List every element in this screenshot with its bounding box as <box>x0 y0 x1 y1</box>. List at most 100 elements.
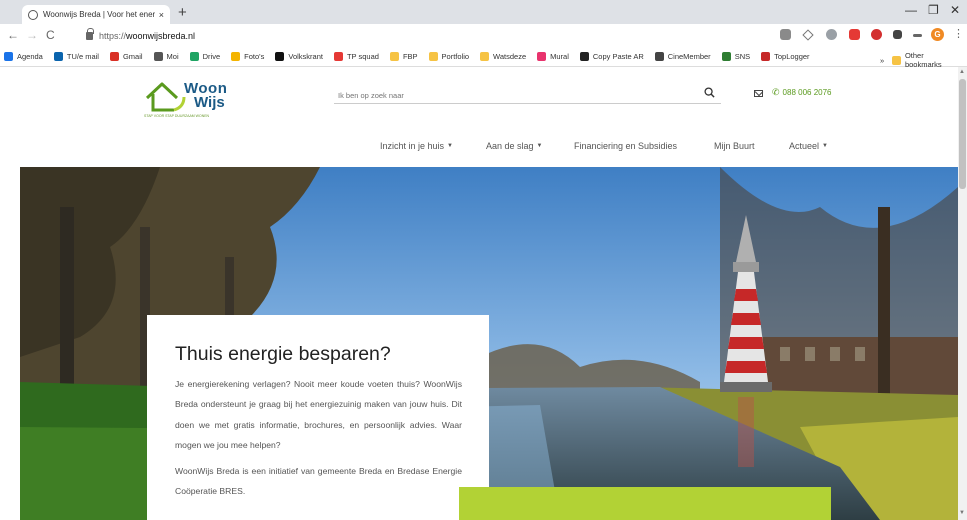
reading-list-icon[interactable] <box>913 34 922 37</box>
nav-financiering[interactable]: Financiering en Subsidies <box>574 141 677 151</box>
bookmark-favicon-icon <box>109 52 119 61</box>
bookmark-favicon-icon <box>761 52 771 61</box>
bookmark-favicon-icon <box>654 52 664 61</box>
phone-link[interactable]: ✆ 088 006 2076 <box>772 87 831 98</box>
bookmark-item[interactable]: Copy Paste AR <box>579 52 644 61</box>
search-input[interactable] <box>338 88 678 102</box>
intro-card: Thuis energie besparen? Je energierekeni… <box>147 315 489 520</box>
bookmark-label: Gmail <box>122 52 143 61</box>
bookmark-favicon-icon <box>189 52 199 61</box>
bookmark-label: Drive <box>202 52 221 61</box>
bookmark-favicon-icon <box>428 52 438 61</box>
bookmark-favicon-icon <box>4 52 13 61</box>
intro-paragraph: Je energierekening verlagen? Nooit meer … <box>175 379 462 450</box>
bookmark-label: Foto's <box>244 52 265 61</box>
bookmark-item[interactable]: TU/e mail <box>53 52 99 61</box>
tab-close-icon[interactable]: × <box>159 10 164 20</box>
phone-number: 088 006 2076 <box>782 88 832 97</box>
menu-icon[interactable]: ⋮ <box>953 27 964 40</box>
bookmark-label: CineMember <box>667 52 711 61</box>
bookmark-item[interactable]: Agenda <box>4 52 43 61</box>
bookmark-label: SNS <box>734 52 751 61</box>
profile-avatar[interactable]: G <box>931 28 944 41</box>
bookmark-label: Watsdeze <box>493 52 527 61</box>
site-header: Woon Wijs STAP VOOR STAP DUURZAAM WONEN … <box>0 67 958 167</box>
url-protocol: https:// <box>99 30 127 41</box>
bookmark-item[interactable]: TopLogger <box>761 52 810 61</box>
nav-label: Financiering en Subsidies <box>574 141 678 151</box>
bookmark-favicon-icon <box>389 52 399 61</box>
bookmark-item[interactable]: Moi <box>153 52 179 61</box>
logo-house-icon <box>145 82 186 112</box>
maximize-button[interactable]: ❐ <box>928 3 939 17</box>
bookmark-star-icon[interactable] <box>802 29 814 41</box>
chevron-down-icon: ▼ <box>536 143 543 149</box>
bookmark-item[interactable]: Watsdeze <box>480 52 526 61</box>
intro-heading: Thuis energie besparen? <box>175 343 391 365</box>
mail-icon[interactable] <box>754 90 763 97</box>
logo-tagline: STAP VOOR STAP DUURZAAM WONEN <box>144 114 210 118</box>
nav-aan-de-slag[interactable]: Aan de slag ▼ <box>486 141 543 151</box>
scroll-up-icon[interactable]: ▲ <box>959 69 965 75</box>
chevron-down-icon: ▼ <box>822 143 828 149</box>
bookmark-favicon-icon <box>537 52 547 61</box>
green-cta-panel[interactable] <box>459 487 831 520</box>
bookmark-label: TP squad <box>346 52 379 61</box>
bookmark-item[interactable]: SNS <box>721 52 751 61</box>
bookmark-label: Mural <box>550 52 569 61</box>
browser-tab[interactable]: Woonwijs Breda | Voor het ener × <box>22 5 170 24</box>
adblock-icon[interactable] <box>871 29 882 40</box>
bookmark-favicon-icon <box>333 52 343 61</box>
back-arrow-icon[interactable]: ← <box>7 28 19 42</box>
browser-tab-strip: Woonwijs Breda | Voor het ener × + — ❐ ✕ <box>0 0 967 24</box>
search-icon[interactable] <box>704 87 715 98</box>
bookmark-favicon-icon <box>53 52 63 61</box>
bookmark-label: Volkskrant <box>288 52 323 61</box>
extension-icon[interactable] <box>826 29 837 40</box>
folder-icon <box>892 55 901 65</box>
bookmark-label: TopLogger <box>774 52 810 61</box>
reload-icon[interactable]: C <box>46 28 55 42</box>
forward-arrow-icon[interactable]: → <box>26 28 38 42</box>
bookmark-item[interactable]: Portfolio <box>428 52 469 61</box>
bookmark-item[interactable]: CineMember <box>654 52 711 61</box>
bookmark-label: Moi <box>166 52 179 61</box>
bookmark-item[interactable]: Volkskrant <box>275 52 323 61</box>
bookmark-item[interactable]: Gmail <box>109 52 143 61</box>
bookmarks-bar: Agenda TU/e mail Gmail Moi Drive Foto's Volksk… <box>0 47 967 67</box>
bookmark-favicon-icon <box>231 52 241 61</box>
address-bar[interactable]: https://woonwijsbreda.nl <box>86 27 776 44</box>
logo-word-wijs: Wijs <box>194 94 225 111</box>
woonwijs-logo[interactable]: Woon Wijs STAP VOOR STAP DUURZAAM WONEN <box>144 80 244 120</box>
minimize-button[interactable]: — <box>905 3 917 17</box>
bookmark-item[interactable]: Drive <box>189 52 221 61</box>
translate-icon[interactable] <box>780 29 791 40</box>
bookmark-favicon-icon <box>153 52 163 61</box>
nav-label: Actueel <box>789 141 820 151</box>
nav-inzicht[interactable]: Inzicht in je huis ▼ <box>380 141 453 151</box>
scrollbar-thumb[interactable] <box>959 79 966 189</box>
lock-icon <box>86 27 94 40</box>
bookmark-item[interactable]: FBP <box>389 52 418 61</box>
phone-icon: ✆ <box>772 87 780 97</box>
nav-label: Mijn Buurt <box>714 141 755 151</box>
bookmark-label: TU/e mail <box>66 52 99 61</box>
new-tab-button[interactable]: + <box>178 4 187 21</box>
nav-label: Aan de slag <box>486 141 534 151</box>
nav-actueel[interactable]: Actueel ▼ <box>789 141 828 151</box>
tab-title: Woonwijs Breda | Voor het ener <box>43 10 155 19</box>
bookmark-item[interactable]: TP squad <box>333 52 379 61</box>
bookmark-label: Copy Paste AR <box>592 52 644 61</box>
nav-label: Inzicht in je huis <box>380 141 445 151</box>
browser-toolbar: ← → C https://woonwijsbreda.nl G ⋮ <box>0 24 967 47</box>
scroll-down-icon[interactable]: ▼ <box>959 510 965 516</box>
extension-icon[interactable] <box>849 29 860 40</box>
bookmarks-more-icon[interactable]: » <box>880 56 884 65</box>
nav-mijn-buurt[interactable]: Mijn Buurt <box>714 141 755 151</box>
bookmark-item[interactable]: Mural <box>537 52 569 61</box>
page-scrollbar[interactable]: ▲ ▼ <box>958 67 967 520</box>
extensions-puzzle-icon[interactable] <box>893 30 902 39</box>
close-window-button[interactable]: ✕ <box>950 3 960 17</box>
bookmark-item[interactable]: Foto's <box>231 52 264 61</box>
bookmark-favicon-icon <box>275 52 285 61</box>
